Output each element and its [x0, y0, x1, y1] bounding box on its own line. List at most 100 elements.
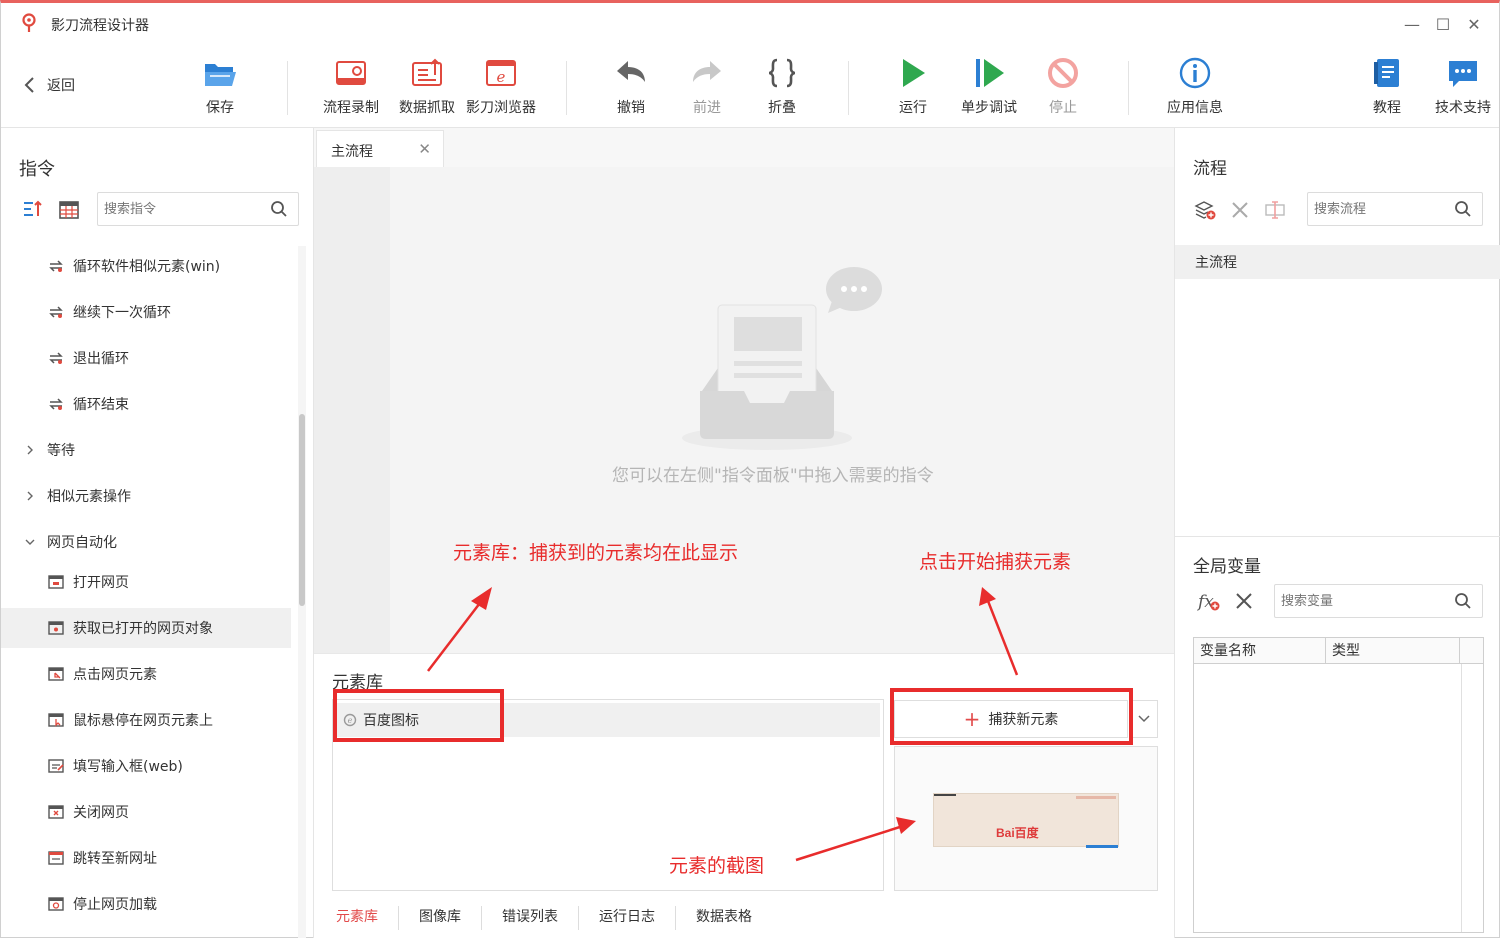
webpage-hover-icon [48, 713, 64, 727]
command-group[interactable]: 等待 [1, 430, 291, 470]
annotation-box-element [333, 689, 504, 742]
screenshot-image: Bai百度 [933, 793, 1119, 848]
flow-search[interactable] [1307, 192, 1483, 226]
variable-search-input[interactable] [1281, 591, 1431, 611]
title-bar: 影刀流程设计器 — ☐ ✕ [1, 3, 1499, 43]
braces-icon [768, 58, 796, 88]
command-label: 循环软件相似元素(win) [73, 259, 221, 275]
command-label: 继续下一次循环 [73, 305, 171, 321]
maximize-icon: ☐ [1435, 14, 1451, 34]
tab-main-flow[interactable]: 主流程 ✕ [316, 130, 444, 168]
add-flow-icon[interactable] [1194, 199, 1216, 221]
close-button[interactable]: ✕ [1461, 11, 1487, 37]
annotation-box-capture [890, 688, 1133, 745]
flow-item[interactable]: 主流程 [1175, 245, 1500, 279]
support-label: 技术支持 [1435, 100, 1491, 116]
app-info-button[interactable]: 应用信息 [1157, 53, 1233, 123]
browser-label: 影刀浏览器 [466, 100, 536, 116]
sort-icon[interactable] [21, 198, 43, 220]
delete-variable-icon[interactable] [1234, 591, 1254, 611]
annotation-capture-note: 点击开始捕获元素 [919, 551, 1072, 573]
rename-flow-icon[interactable] [1264, 199, 1286, 221]
webpage-icon [48, 621, 64, 635]
fold-button[interactable]: 折叠 [744, 53, 820, 123]
record-button[interactable]: 流程录制 [313, 53, 389, 123]
svg-text:e: e [497, 68, 506, 86]
add-variable-icon[interactable]: fx [1197, 590, 1221, 612]
tab-image-library[interactable]: 图像库 [398, 906, 481, 930]
minimize-icon: — [1404, 14, 1420, 34]
command-search[interactable] [97, 192, 299, 226]
baidu-logo: Bai百度 [996, 826, 1039, 840]
command-panel: 指令 循环软件相似元素(win) 继续下一次循环 [1, 127, 314, 938]
table-view-icon[interactable] [58, 199, 80, 221]
tab-close-icon[interactable]: ✕ [418, 140, 431, 158]
support-button[interactable]: 技术支持 [1425, 53, 1500, 123]
fold-label: 折叠 [768, 100, 796, 116]
loop-icon [49, 352, 63, 364]
screenshot-links [1076, 796, 1116, 799]
folder-open-icon [205, 64, 236, 86]
capture-dropdown-button[interactable] [1130, 700, 1158, 738]
command-item[interactable]: 循环结束 [1, 384, 291, 424]
undo-button[interactable]: 撤销 [593, 53, 669, 123]
back-button[interactable]: 返回 [23, 73, 75, 97]
command-group-label: 相似元素操作 [47, 489, 131, 505]
command-item[interactable]: 跳转至新网址 [1, 838, 291, 878]
data-scrape-icon [412, 58, 442, 86]
minimize-button[interactable]: — [1399, 11, 1425, 37]
command-group[interactable]: 网页自动化 [1, 522, 291, 562]
browser-button[interactable]: e 影刀浏览器 [463, 53, 539, 123]
command-item[interactable]: 停止网页加载 [1, 884, 291, 924]
search-icon[interactable] [1454, 592, 1472, 610]
command-list-scrollbar[interactable] [298, 246, 306, 938]
tab-element-library[interactable]: 元素库 [332, 906, 398, 930]
tab-run-log[interactable]: 运行日志 [578, 906, 675, 930]
flow-search-input[interactable] [1314, 199, 1464, 219]
command-item[interactable]: 退出循环 [1, 338, 291, 378]
app-logo-icon [22, 13, 36, 32]
command-item[interactable]: 填写输入框(web) [1, 746, 291, 786]
play-icon [903, 59, 925, 87]
command-panel-title: 指令 [19, 159, 55, 180]
variable-table: 变量名称 类型 [1193, 637, 1484, 933]
run-button[interactable]: 运行 [875, 53, 951, 123]
column-header-name[interactable]: 变量名称 [1194, 638, 1326, 664]
scrape-button[interactable]: 数据抓取 [389, 53, 465, 123]
flow-canvas[interactable]: 您可以在左侧"指令面板"中拖入需要的指令 [314, 167, 1174, 653]
command-search-input[interactable] [104, 199, 254, 219]
stop-button[interactable]: 停止 [1025, 53, 1101, 123]
tutorial-button[interactable]: 教程 [1349, 53, 1425, 123]
search-icon[interactable] [1454, 200, 1472, 218]
command-item[interactable]: 鼠标悬停在网页元素上 [1, 700, 291, 740]
global-vars-title: 全局变量 [1193, 557, 1261, 577]
variable-search[interactable] [1274, 584, 1483, 618]
command-group[interactable]: 相似元素操作 [1, 476, 291, 516]
chevron-right-icon [27, 445, 33, 455]
save-button[interactable]: 保存 [182, 53, 258, 123]
tab-error-list[interactable]: 错误列表 [481, 906, 578, 930]
tab-label: 主流程 [331, 144, 373, 160]
command-item[interactable]: 点击网页元素 [1, 654, 291, 694]
scrollbar-thumb[interactable] [299, 414, 305, 606]
command-item[interactable]: 获取已打开的网页对象 [1, 608, 291, 648]
column-header-type[interactable]: 类型 [1326, 638, 1460, 664]
tab-data-table[interactable]: 数据表格 [675, 906, 772, 930]
command-label: 点击网页元素 [73, 667, 157, 683]
delete-flow-icon[interactable] [1230, 200, 1250, 220]
command-label: 打开网页 [73, 575, 129, 591]
command-item[interactable]: 关闭网页 [1, 792, 291, 832]
variable-table-scrollbar[interactable] [1461, 664, 1483, 932]
flow-label: 主流程 [1195, 255, 1237, 271]
redo-button[interactable]: 前进 [669, 53, 745, 123]
command-item[interactable]: 循环软件相似元素(win) [1, 246, 291, 286]
command-item[interactable]: 继续下一次循环 [1, 292, 291, 332]
step-debug-button[interactable]: 单步调试 [951, 53, 1027, 123]
search-icon[interactable] [270, 200, 288, 218]
loop-icon [49, 398, 63, 410]
command-item[interactable]: 打开网页 [1, 562, 291, 602]
window-title: 影刀流程设计器 [51, 18, 149, 34]
step-debug-label: 单步调试 [961, 100, 1017, 116]
maximize-button[interactable]: ☐ [1430, 11, 1456, 37]
chevron-left-icon [24, 77, 34, 93]
